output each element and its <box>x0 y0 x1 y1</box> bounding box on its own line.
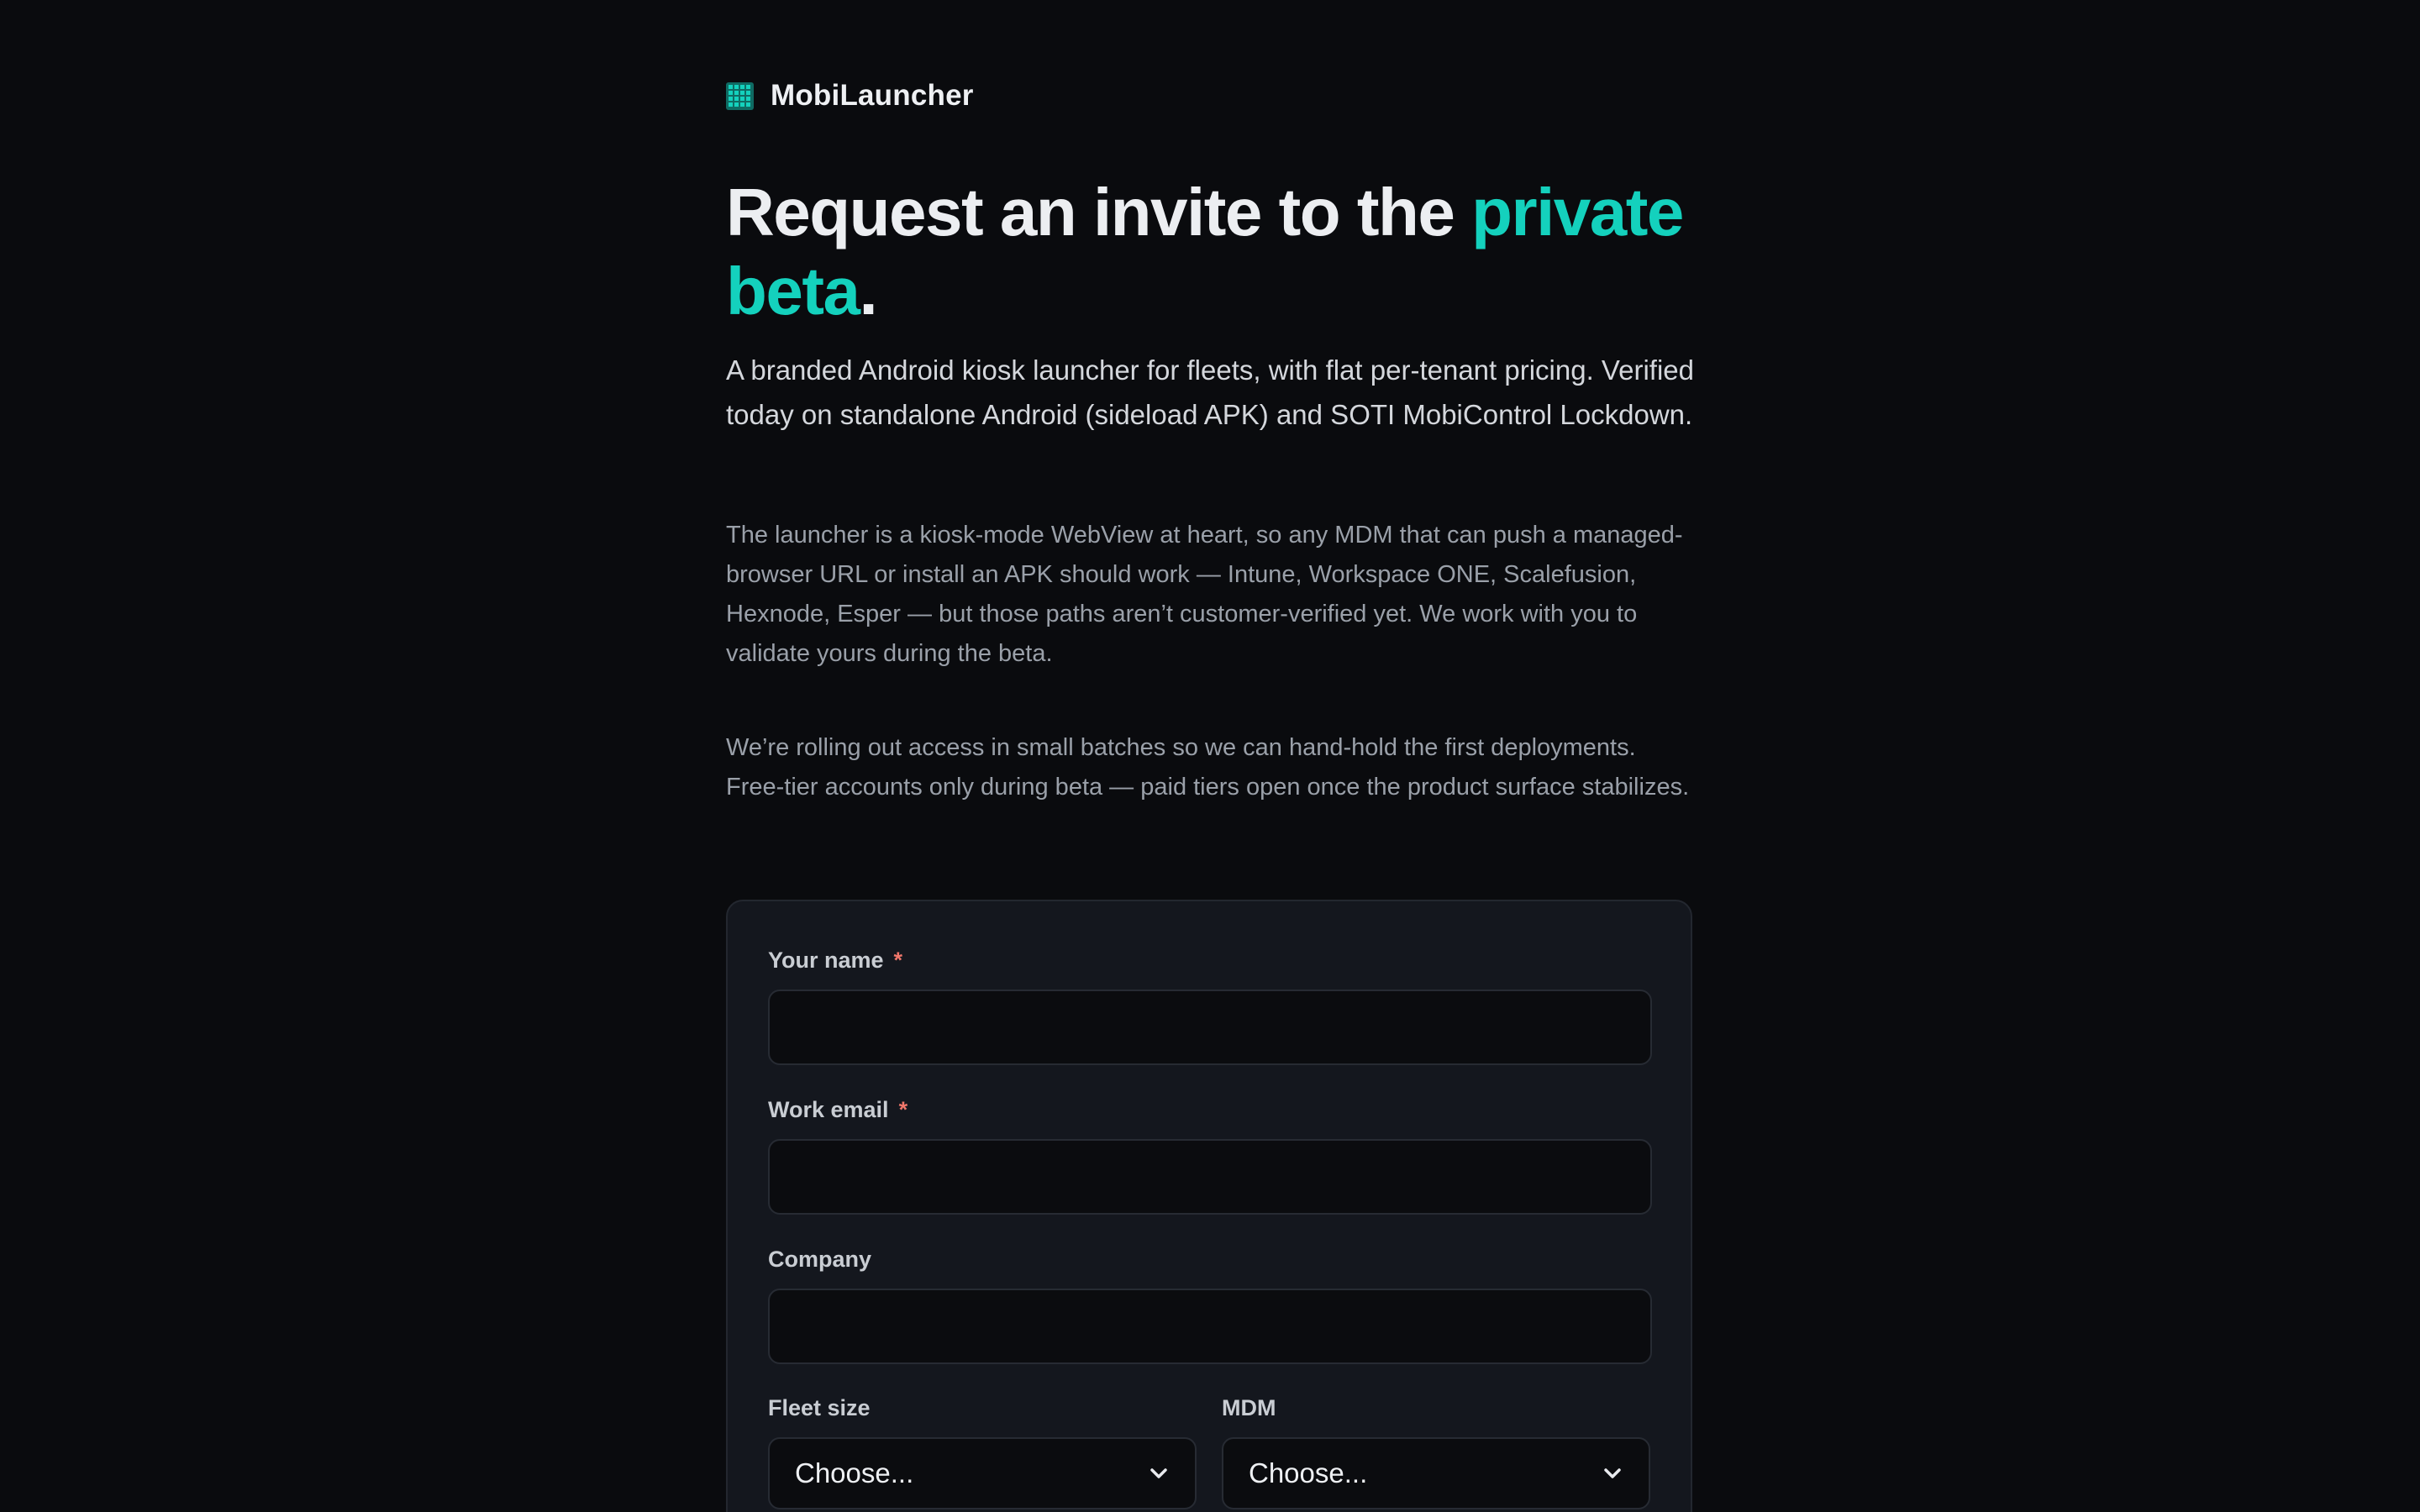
fleet-size-select[interactable]: Choose... <box>768 1437 1197 1509</box>
email-label: Work email * <box>768 1097 908 1122</box>
mdm-select[interactable]: Choose... <box>1222 1437 1650 1509</box>
required-marker: * <box>893 948 903 973</box>
page-title: Request an invite to the private beta. <box>726 173 1694 331</box>
email-input[interactable] <box>768 1139 1652 1215</box>
rollout-paragraph: We’re rolling out access in small batche… <box>726 734 1690 801</box>
page: MobiLauncher Request an invite to the pr… <box>0 0 2420 1512</box>
required-marker: * <box>898 1097 908 1122</box>
fleet-size-label: Fleet size <box>768 1395 871 1420</box>
name-label: Your name * <box>768 948 903 973</box>
fleet-size-value: Choose... <box>795 1457 914 1488</box>
invite-form: Your name * Work email * Company Fleet siz… <box>726 900 1692 1512</box>
mdm-value: Choose... <box>1249 1457 1368 1488</box>
headline-suffix: . <box>859 254 878 328</box>
company-label: Company <box>768 1247 872 1272</box>
mdm-label: MDM <box>1222 1395 1276 1420</box>
mdm-compat-paragraph: The launcher is a kiosk-mode WebView at … <box>726 522 1683 667</box>
brand[interactable]: MobiLauncher <box>726 79 974 113</box>
name-input[interactable] <box>768 990 1652 1065</box>
chevron-down-icon <box>1150 1468 1167 1478</box>
brand-name: MobiLauncher <box>771 79 974 112</box>
company-input[interactable] <box>768 1289 1652 1364</box>
lead-text: A branded Android kiosk launcher for fle… <box>726 354 1694 430</box>
grid-icon <box>726 81 754 110</box>
headline-prefix: Request an invite to the <box>726 175 1472 249</box>
chevron-down-icon <box>1604 1468 1621 1478</box>
